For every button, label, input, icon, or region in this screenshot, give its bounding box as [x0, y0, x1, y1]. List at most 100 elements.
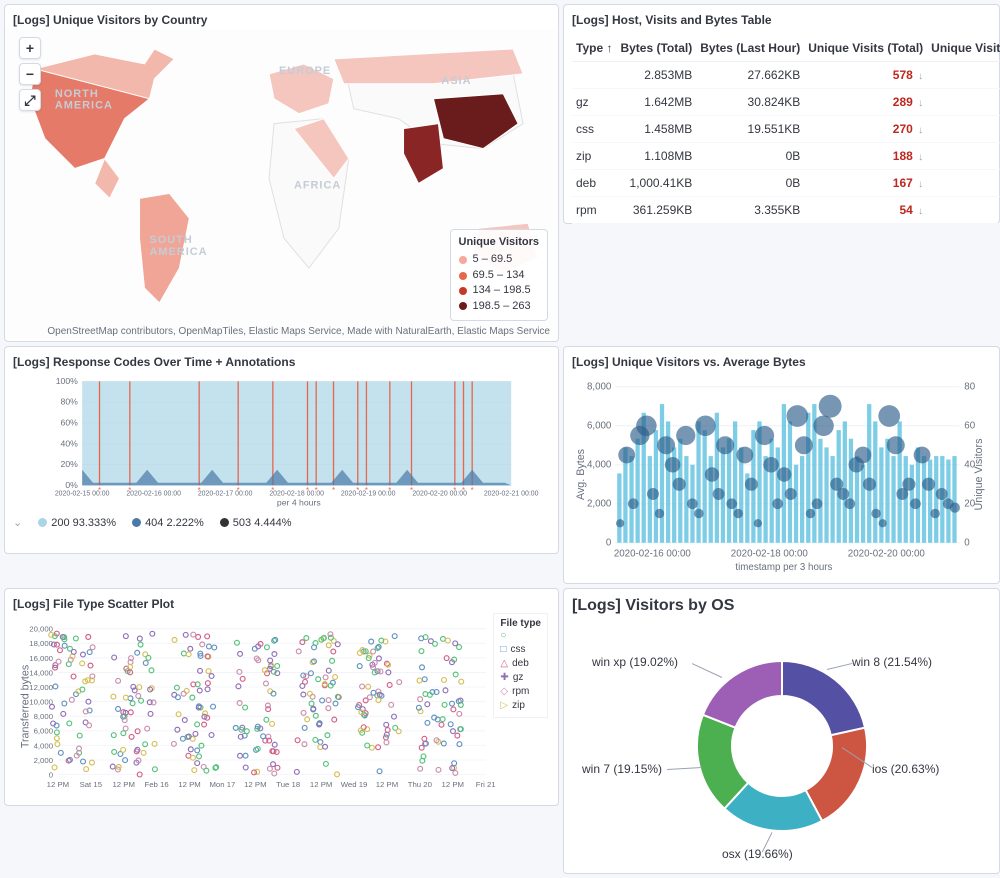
- svg-text:Avg. Bytes: Avg. Bytes: [575, 449, 587, 500]
- svg-text:*: *: [471, 486, 474, 495]
- svg-text:Unique Visitors: Unique Visitors: [973, 439, 985, 511]
- table-header[interactable]: Unique Visits (Last Hour): [927, 35, 1000, 62]
- donut-chart[interactable]: win 8 (21.54%)ios (20.63%)osx (19.66%)wi…: [572, 627, 991, 865]
- svg-text:2020-02-21 00:00: 2020-02-21 00:00: [484, 491, 539, 498]
- map-controls: + − ⤢: [19, 37, 41, 111]
- response-chart[interactable]: 0%20%40%60%80%100% *************** 2020-…: [13, 377, 550, 507]
- svg-text:2020-02-16 00:00: 2020-02-16 00:00: [614, 548, 692, 559]
- scatter-legend-item[interactable]: □css: [500, 643, 541, 657]
- donut-slice[interactable]: [702, 661, 781, 728]
- svg-text:8,000: 8,000: [587, 382, 612, 393]
- svg-text:12 PM: 12 PM: [47, 780, 69, 789]
- scatter-legend-item[interactable]: ◇rpm: [500, 685, 541, 699]
- scatter-legend: File type ○□css△deb✚gz◇rpm▷zip: [493, 613, 548, 718]
- panel-title-response: [Logs] Response Codes Over Time + Annota…: [13, 355, 550, 369]
- table-row[interactable]: deb 1,000.41KB 0B 167 ↓ 0 ↓: [572, 170, 1000, 197]
- table-header[interactable]: Type ↑: [572, 35, 616, 62]
- svg-text:timestamp per 3 hours: timestamp per 3 hours: [735, 562, 832, 572]
- panel-map: [Logs] Unique Visitors by Country + − ⤢: [4, 4, 559, 342]
- table-header[interactable]: Bytes (Last Hour): [696, 35, 804, 62]
- svg-text:0: 0: [964, 538, 970, 549]
- svg-text:6,000: 6,000: [587, 421, 612, 432]
- donut-label: osx (19.66%): [722, 847, 793, 861]
- zoom-out-button[interactable]: −: [19, 63, 41, 85]
- scatter-chart[interactable]: 02,0004,0006,0008,00010,00012,00014,0001…: [13, 619, 550, 794]
- panel-title-scatter: [Logs] File Type Scatter Plot: [13, 597, 550, 611]
- panel-title-table: [Logs] Host, Visits and Bytes Table: [572, 13, 991, 27]
- svg-text:12 PM: 12 PM: [442, 780, 464, 789]
- svg-text:40%: 40%: [61, 438, 79, 448]
- panel-donut: [Logs] Visitors by OS win 8 (21.54%)ios …: [563, 588, 1000, 874]
- svg-text:18,000: 18,000: [29, 639, 53, 648]
- svg-text:16,000: 16,000: [29, 654, 53, 663]
- svg-text:12 PM: 12 PM: [178, 780, 200, 789]
- table-row[interactable]: gz 1.642MB 30.824KB 289 ↓ 4 ↓: [572, 89, 1000, 116]
- response-legend-item[interactable]: 503 4.444%: [220, 517, 292, 529]
- svg-text:*: *: [332, 486, 335, 495]
- svg-text:2020-02-17 00:00: 2020-02-17 00:00: [198, 491, 253, 498]
- svg-text:AMERICA: AMERICA: [149, 246, 207, 258]
- panel-bubble: [Logs] Unique Visitors vs. Average Bytes…: [563, 346, 1000, 584]
- response-legend-item[interactable]: 200 93.333%: [38, 517, 116, 529]
- svg-text:EUROPE: EUROPE: [279, 65, 331, 77]
- map-legend-title: Unique Visitors: [459, 236, 539, 248]
- svg-text:2020-02-15 00:00: 2020-02-15 00:00: [55, 491, 110, 498]
- svg-text:2,000: 2,000: [34, 756, 54, 765]
- table-row[interactable]: 2.853MB 27.662KB 578 ↓ 6 ↓: [572, 62, 1000, 89]
- svg-text:6,000: 6,000: [34, 727, 54, 736]
- svg-text:60%: 60%: [61, 418, 79, 428]
- scatter-legend-item[interactable]: △deb: [500, 657, 541, 671]
- svg-text:Sat 15: Sat 15: [80, 780, 102, 789]
- donut-label: win 8 (21.54%): [852, 655, 932, 669]
- svg-text:Fri 21: Fri 21: [476, 780, 496, 789]
- svg-text:AMERICA: AMERICA: [55, 100, 113, 112]
- svg-text:2020-02-16 00:00: 2020-02-16 00:00: [126, 491, 181, 498]
- response-legend-item[interactable]: 404 2.222%: [132, 517, 204, 529]
- map-legend-item: 198.5 – 263: [459, 299, 539, 314]
- scatter-legend-title: File type: [500, 618, 541, 629]
- svg-text:NORTH: NORTH: [55, 88, 99, 100]
- zoom-in-button[interactable]: +: [19, 37, 41, 59]
- svg-text:2020-02-18 00:00: 2020-02-18 00:00: [731, 548, 809, 559]
- table-header[interactable]: Bytes (Total): [616, 35, 696, 62]
- panel-title-donut: [Logs] Visitors by OS: [572, 597, 991, 615]
- svg-text:Mon 17: Mon 17: [209, 780, 235, 789]
- host-visits-table: Type ↑Bytes (Total)Bytes (Last Hour)Uniq…: [572, 35, 1000, 224]
- map-attribution: OpenStreetMap contributors, OpenMapTiles…: [47, 326, 550, 337]
- map-legend-item: 69.5 – 134: [459, 268, 539, 283]
- table-header[interactable]: Unique Visits (Total): [804, 35, 927, 62]
- map-legend-item: 134 – 198.5: [459, 283, 539, 298]
- svg-text:Thu 20: Thu 20: [408, 780, 433, 789]
- svg-text:2020-02-20 00:00: 2020-02-20 00:00: [412, 491, 467, 498]
- panel-table: [Logs] Host, Visits and Bytes Table Type…: [563, 4, 1000, 224]
- svg-text:12 PM: 12 PM: [310, 780, 332, 789]
- svg-text:AFRICA: AFRICA: [294, 179, 341, 191]
- svg-text:8,000: 8,000: [34, 712, 54, 721]
- table-row[interactable]: rpm 361.259KB 3.355KB 54 ↓ 2 ↓: [572, 197, 1000, 224]
- scatter-legend-item[interactable]: ○: [500, 629, 541, 643]
- svg-text:12 PM: 12 PM: [112, 780, 134, 789]
- svg-text:Feb 16: Feb 16: [145, 780, 169, 789]
- panel-title-bubble: [Logs] Unique Visitors vs. Average Bytes: [572, 355, 991, 369]
- table-row[interactable]: css 1.458MB 19.551KB 270 ↓ 3 ↓: [572, 116, 1000, 143]
- svg-text:4,000: 4,000: [587, 460, 612, 471]
- svg-text:12 PM: 12 PM: [244, 780, 266, 789]
- map-legend-item: 5 – 69.5: [459, 252, 539, 267]
- svg-text:2020-02-19 00:00: 2020-02-19 00:00: [341, 491, 396, 498]
- svg-text:SOUTH: SOUTH: [149, 234, 192, 246]
- donut-slice[interactable]: [782, 661, 865, 735]
- svg-text:12 PM: 12 PM: [376, 780, 398, 789]
- svg-text:Transferred bytes: Transferred bytes: [20, 665, 32, 748]
- bubble-chart[interactable]: 02,0004,0006,0008,000 020406080 2020-02-…: [572, 377, 991, 572]
- svg-text:80%: 80%: [61, 397, 79, 407]
- svg-text:4,000: 4,000: [34, 741, 54, 750]
- svg-text:60: 60: [964, 421, 975, 432]
- donut-label: win xp (19.02%): [592, 655, 678, 669]
- scatter-legend-item[interactable]: ▷zip: [500, 699, 541, 713]
- svg-text:80: 80: [964, 382, 975, 393]
- svg-text:14,000: 14,000: [29, 668, 53, 677]
- response-legend: ⌄ 200 93.333%404 2.222%503 4.444%: [13, 516, 550, 529]
- fit-button[interactable]: ⤢: [19, 89, 41, 111]
- scatter-legend-item[interactable]: ✚gz: [500, 671, 541, 685]
- table-row[interactable]: zip 1.108MB 0B 188 ↓ 0 ↓: [572, 143, 1000, 170]
